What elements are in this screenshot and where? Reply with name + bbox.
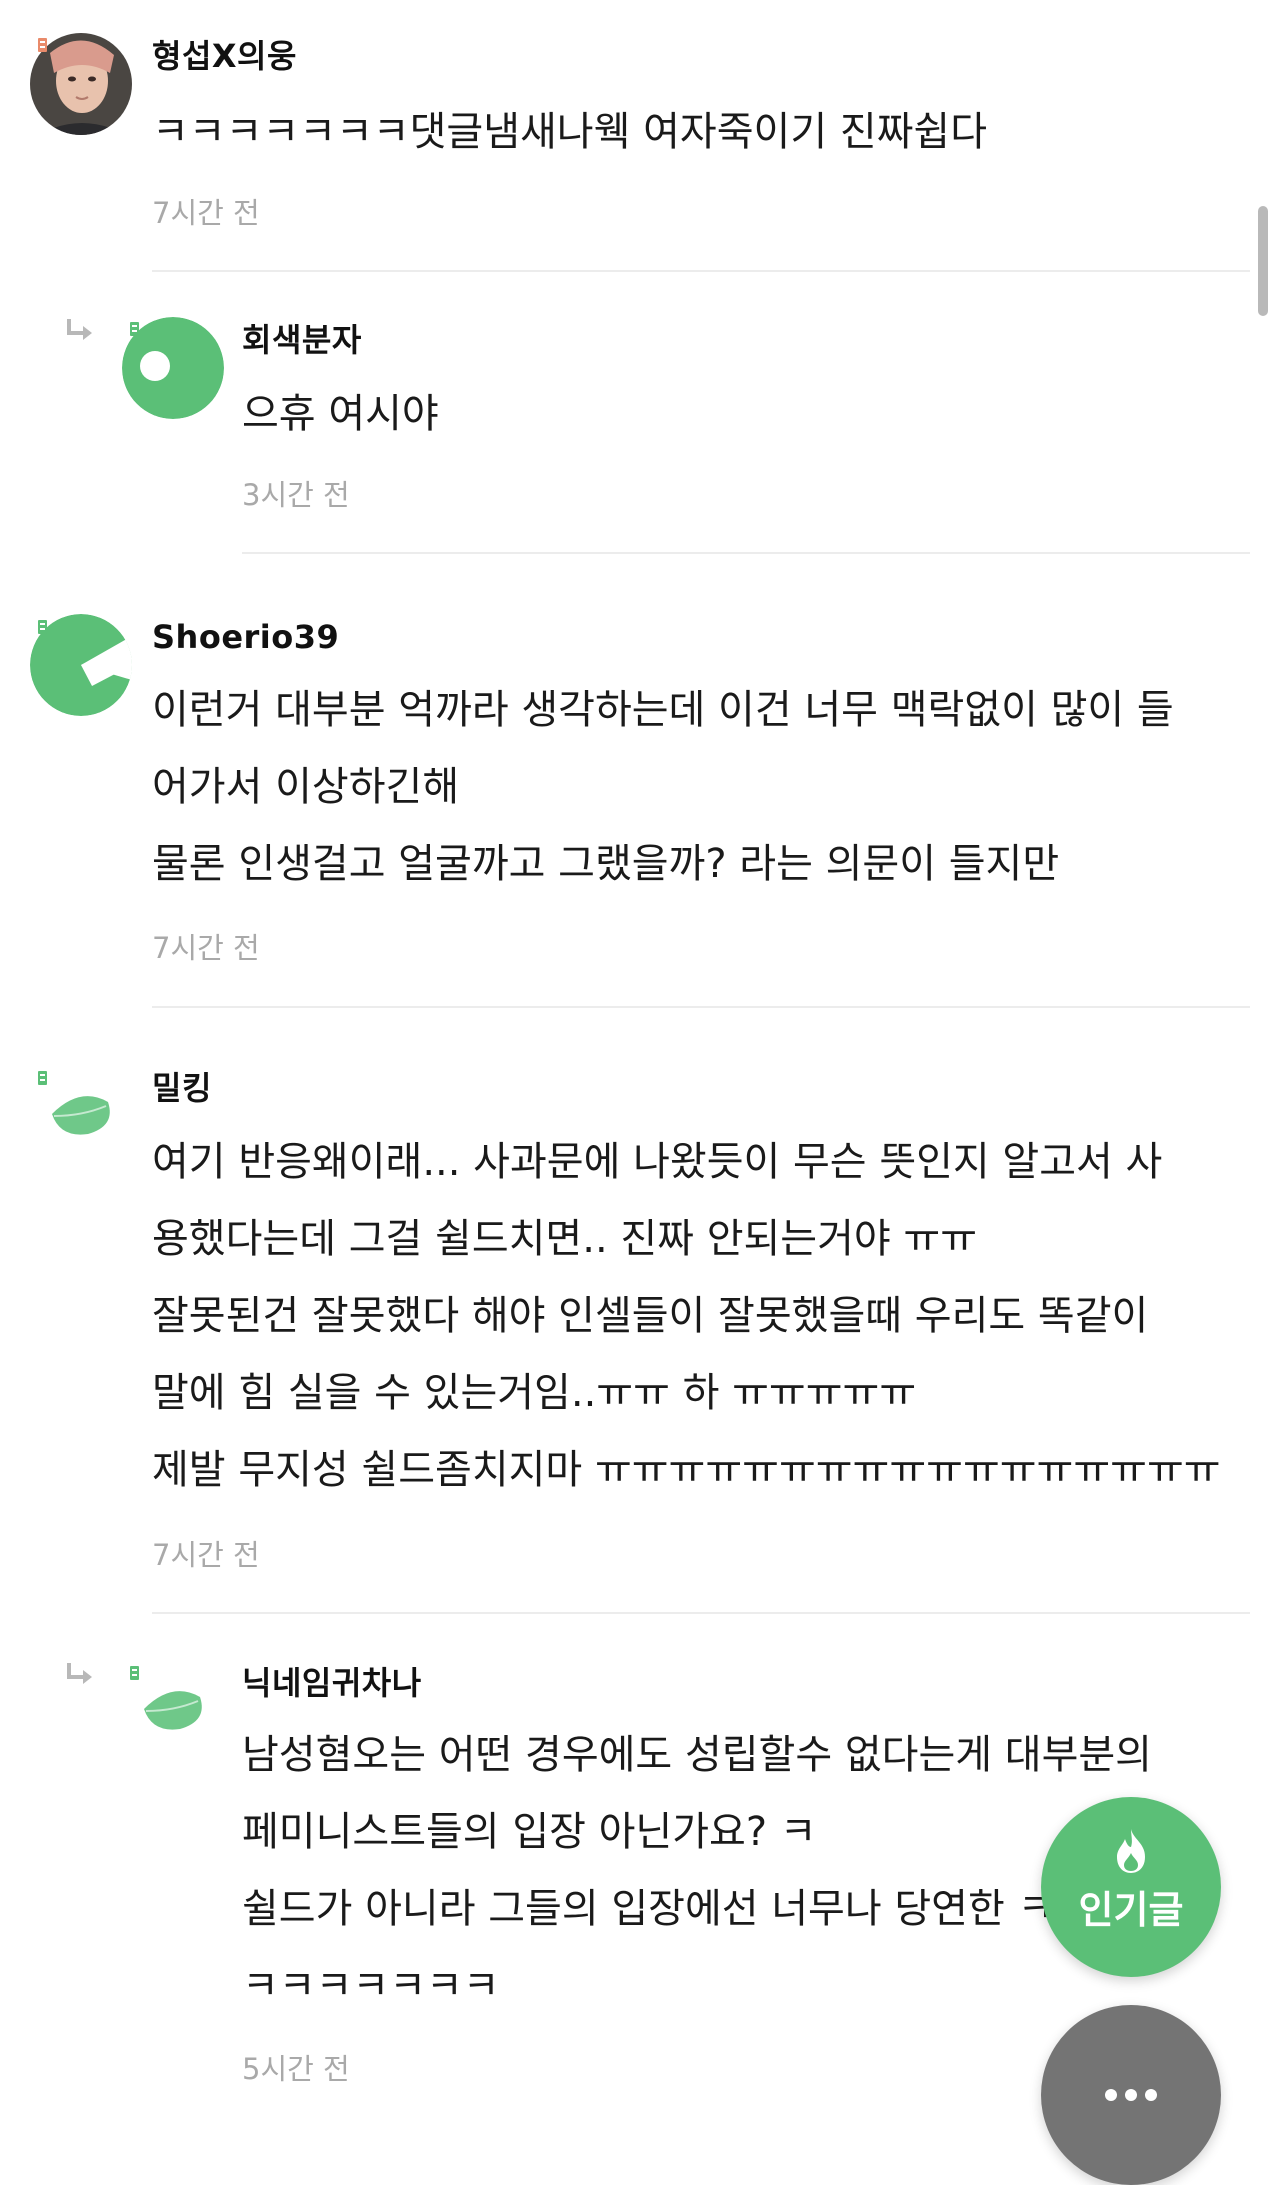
comment-body: 으휴 여시야 — [242, 376, 439, 453]
level-badge-icon — [38, 620, 47, 634]
divider — [152, 270, 1250, 272]
comment-timestamp: 3시간 전 — [242, 478, 350, 512]
comment-line: 여기 반응왜이래... 사과문에 나왔듯이 무슨 뜻인지 알고서 사 — [152, 1139, 1163, 1185]
comment-line: ㅋㅋㅋㅋㅋㅋㅋ댓글냄새나웩 여자죽이기 진짜쉽다 — [152, 109, 988, 155]
comment-line: 이런거 대부분 억까라 생각하는데 이건 너무 맥락없이 많이 들 — [152, 687, 1174, 733]
comment-body: 남성혐오는 어떤 경우에도 성립할수 없다는게 대부분의 페미니스트들의 입장 … — [242, 1717, 1152, 2025]
reply-arrow-icon — [65, 317, 95, 343]
divider — [152, 1612, 1250, 1614]
fire-icon — [1111, 1827, 1151, 1875]
divider — [242, 552, 1250, 554]
level-badge-icon — [130, 1666, 139, 1680]
popular-posts-button[interactable]: 인기글 — [1041, 1797, 1221, 1977]
comment-timestamp: 7시간 전 — [152, 196, 260, 230]
comment-line: 잘못된건 잘못했다 해야 인셀들이 잘못했을때 우리도 똑같이 — [152, 1293, 1149, 1339]
comment-body: ㅋㅋㅋㅋㅋㅋㅋ댓글냄새나웩 여자죽이기 진짜쉽다 — [152, 94, 987, 171]
comment-line: 말에 힘 실을 수 있는거임..ㅠㅠ 하 ㅠㅠㅠㅠㅠ — [152, 1370, 917, 1416]
scrollbar[interactable] — [1258, 206, 1268, 316]
comment-line: 어가서 이상하긴해 — [152, 764, 460, 810]
more-button[interactable] — [1041, 2005, 1221, 2185]
level-badge-icon — [130, 322, 139, 336]
comment-nickname[interactable]: 닉네임귀차나 — [242, 1663, 422, 1703]
comment-line: 용했다는데 그걸 쉴드치면.. 진짜 안되는거야 ㅠㅠ — [152, 1216, 978, 1262]
divider — [152, 1006, 1250, 1008]
comment-line: 제발 무지성 쉴드좀치지마 ㅠㅠㅠㅠㅠㅠㅠㅠㅠㅠㅠㅠㅠㅠㅠㅠㅠ — [152, 1447, 1221, 1493]
comment-line: 페미니스트들의 입장 아닌가요? ㅋ — [242, 1809, 817, 1855]
popular-posts-label: 인기글 — [1078, 1888, 1184, 1932]
comment-nickname[interactable]: 밀킹 — [152, 1068, 212, 1108]
comment-line: 물론 인생걸고 얼굴까고 그랬을까? 라는 의문이 들지만 — [152, 841, 1060, 887]
reply-arrow-icon — [65, 1661, 95, 1687]
comment-body: 여기 반응왜이래... 사과문에 나왔듯이 무슨 뜻인지 알고서 사 용했다는데… — [152, 1124, 1221, 1509]
comment-nickname[interactable]: 회색분자 — [242, 320, 362, 360]
comment-nickname[interactable]: 형섭X의웅 — [152, 36, 297, 76]
comment-timestamp: 7시간 전 — [152, 1538, 260, 1572]
level-badge-icon — [38, 38, 47, 52]
comment-body: 이런거 대부분 억까라 생각하는데 이건 너무 맥락없이 많이 들 어가서 이상… — [152, 672, 1174, 903]
level-badge-icon — [38, 1071, 47, 1085]
comment-line: 으휴 여시야 — [242, 391, 439, 437]
comment-line: 쉴드가 아니라 그들의 입장에선 너무나 당연한 ㅋ — [242, 1886, 1055, 1932]
comment-line: ㅋㅋㅋㅋㅋㅋㅋ — [242, 1963, 500, 2009]
comment-line: 남성혐오는 어떤 경우에도 성립할수 없다는게 대부분의 — [242, 1732, 1152, 1778]
comment-timestamp: 5시간 전 — [242, 2052, 350, 2086]
more-dots-icon — [1104, 2087, 1158, 2101]
comment-timestamp: 7시간 전 — [152, 931, 260, 965]
comment-nickname[interactable]: Shoerio39 — [152, 617, 339, 657]
